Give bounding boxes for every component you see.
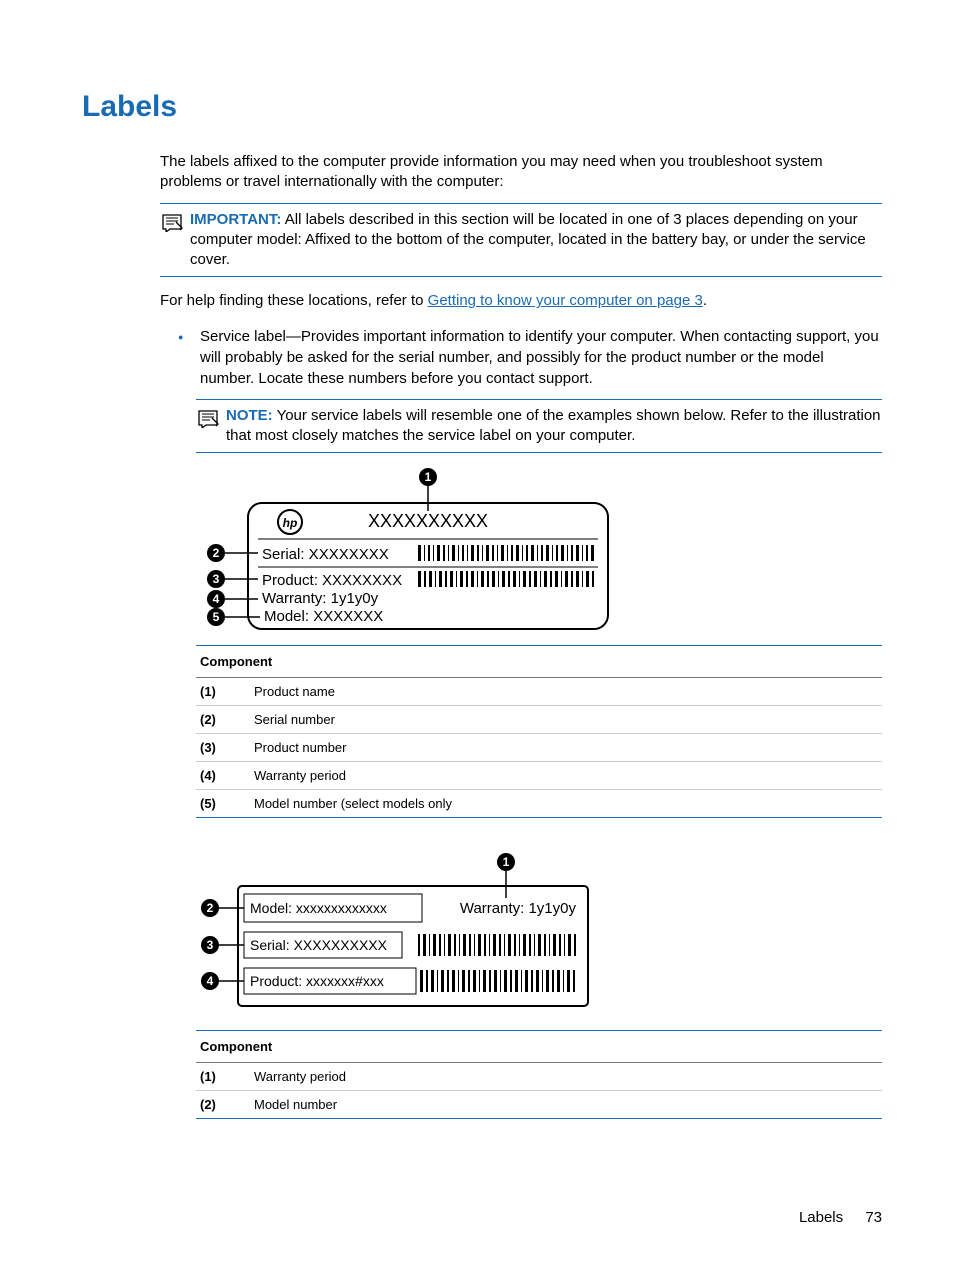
svg-text:5: 5 [213,610,220,624]
help-link[interactable]: Getting to know your computer on page 3 [428,292,703,309]
svg-text:2: 2 [213,546,220,560]
diag2-serial: Serial: XXXXXXXXXX [250,937,388,953]
svg-text:1: 1 [503,855,510,869]
svg-text:1: 1 [425,470,432,484]
table-row: (1)Product name [196,678,882,706]
svg-text:4: 4 [207,974,214,988]
important-label: IMPORTANT: [190,211,281,228]
table-row: (4)Warranty period [196,762,882,790]
page-footer: Labels 73 [799,1209,882,1226]
important-icon [160,212,184,232]
page-heading: Labels [82,90,882,124]
diag1-product-name: XXXXXXXXXX [368,511,488,531]
svg-text:4: 4 [213,592,220,606]
diag1-warranty: Warranty: 1y1y0y [262,590,379,607]
diag2-warranty: Warranty: 1y1y0y [460,900,577,917]
table-row: (3)Product number [196,734,882,762]
important-text: All labels described in this section wil… [190,211,866,269]
bullet-list: Service label—Provides important informa… [160,326,882,389]
component-table-1: Component (1)Product name (2)Serial numb… [196,645,882,818]
service-label-diagram-2: Model: xxxxxxxxxxxxx Warranty: 1y1y0y Se… [196,852,882,1022]
table-row: (5)Model number (select models only [196,790,882,818]
service-label-bullet: Service label—Provides important informa… [160,326,882,389]
note-label: NOTE: [226,407,273,424]
table-row: (1)Warranty period [196,1063,882,1091]
diag2-product: Product: xxxxxxx#xxx [250,973,384,989]
content-block: The labels affixed to the computer provi… [160,152,882,1119]
important-callout: IMPORTANT: All labels described in this … [160,203,882,278]
note-callout: NOTE: Your service labels will resemble … [196,399,882,454]
svg-text:2: 2 [207,901,214,915]
diag2-model: Model: xxxxxxxxxxxxx [250,900,387,916]
diag1-product: Product: XXXXXXXX [262,572,402,589]
note-icon [196,408,220,428]
svg-text:3: 3 [207,938,214,952]
intro-paragraph: The labels affixed to the computer provi… [160,152,882,193]
note-text: Your service labels will resemble one of… [226,407,881,444]
table2-header: Component [196,1031,882,1063]
table-row: (2)Serial number [196,706,882,734]
footer-section: Labels [799,1209,843,1226]
svg-text:hp: hp [283,516,298,530]
svg-text:3: 3 [213,572,220,586]
table-row: (2)Model number [196,1091,882,1119]
help-prefix: For help finding these locations, refer … [160,292,428,309]
diag1-model: Model: XXXXXXX [264,608,383,625]
help-line: For help finding these locations, refer … [160,291,882,311]
table1-header: Component [196,646,882,678]
component-table-2: Component (1)Warranty period (2)Model nu… [196,1030,882,1119]
service-label-diagram-1: hp XXXXXXXXXX Serial: XXXXXXXX Product: … [196,467,882,637]
help-suffix: . [703,292,707,309]
footer-page-number: 73 [865,1209,882,1226]
diag1-serial: Serial: XXXXXXXX [262,546,389,563]
